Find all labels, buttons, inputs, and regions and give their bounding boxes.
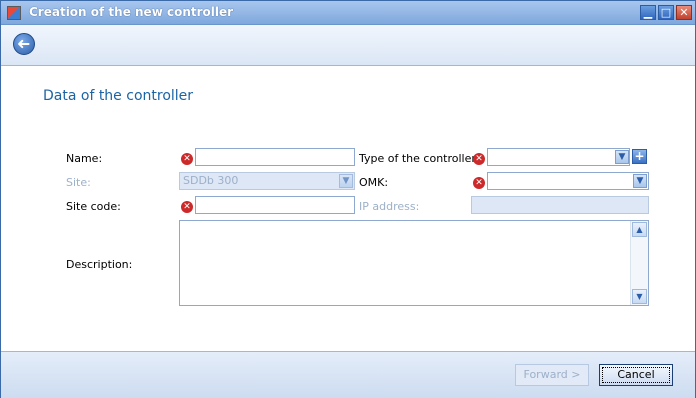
site-select: SDDb 300 [179,172,355,190]
chevron-down-icon[interactable]: ▼ [633,174,647,188]
name-label: Name: [66,152,103,165]
navigation-toolbar: ➜ [1,25,695,66]
scroll-down-icon[interactable]: ▼ [632,289,647,304]
chevron-down-icon: ▼ [339,174,353,188]
name-input[interactable] [195,148,355,166]
site-code-error-icon: ✕ [181,201,193,213]
omk-error-icon: ✕ [473,177,485,189]
dialog-window: Creation of the new controller ▁ □ ✕ ➜ D… [0,0,696,398]
dialog-footer: Forward > Cancel [1,351,695,398]
site-label: Site: [66,176,91,189]
add-controller-type-button[interactable]: + [632,149,647,164]
app-icon [7,6,21,20]
back-button[interactable]: ➜ [13,33,35,55]
description-textarea[interactable]: ▲ ▼ [179,220,649,306]
minimize-button[interactable]: ▁ [640,5,656,20]
controller-type-error-icon: ✕ [473,153,485,165]
controller-type-select[interactable] [487,148,630,166]
close-button[interactable]: ✕ [676,5,692,20]
ip-address-input [471,196,649,214]
description-scrollbar[interactable]: ▲ ▼ [630,221,648,305]
omk-label: OMK: [359,176,389,189]
site-code-label: Site code: [66,200,121,213]
ip-address-label: IP address: [359,200,420,213]
site-code-input[interactable] [195,196,355,214]
omk-select[interactable] [487,172,649,190]
section-title: Data of the controller [43,88,194,104]
window-title: Creation of the new controller [29,5,234,19]
maximize-button[interactable]: □ [658,5,674,20]
form-panel: Data of the controller Name: ✕ Type of t… [1,66,695,351]
cancel-button[interactable]: Cancel [599,364,673,386]
title-bar: Creation of the new controller ▁ □ ✕ [1,1,695,25]
forward-button: Forward > [515,364,589,386]
back-arrow-icon: ➜ [17,34,31,53]
name-error-icon: ✕ [181,153,193,165]
chevron-down-icon[interactable]: ▼ [615,150,629,164]
description-label: Description: [66,258,133,271]
scroll-up-icon[interactable]: ▲ [632,222,647,237]
controller-type-label: Type of the controller: [359,152,480,165]
